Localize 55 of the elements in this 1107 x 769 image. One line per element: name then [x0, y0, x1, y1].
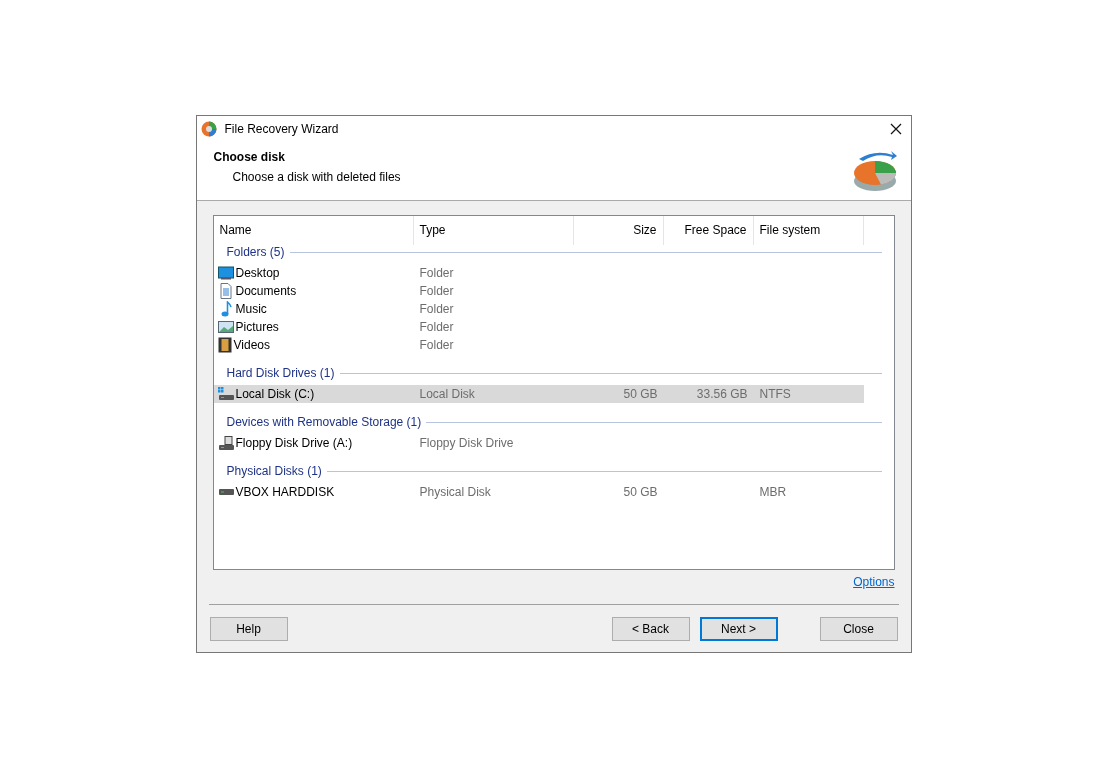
disk-list-row[interactable]: Local Disk (C:) Local Disk 50 GB 33.56 GB NTFS — [213, 385, 864, 403]
table-cell: Local Disk — [419, 387, 475, 401]
disk-name: VBOX HARDDISK — [235, 485, 335, 499]
disk-list-row[interactable]: Floppy Disk Drive (A:) Floppy Disk Drive — [213, 434, 864, 452]
disk-name: Music — [235, 302, 267, 316]
window-title: File Recovery Wizard — [224, 121, 340, 136]
table-cell: Folder — [419, 302, 454, 316]
column-header[interactable]: Name — [213, 216, 414, 245]
disk-name: Local Disk (C:) — [235, 387, 315, 401]
film-strip-icon — [217, 337, 232, 353]
table-cell: Folder — [419, 320, 454, 334]
disk-name: Floppy Disk Drive (A:) — [235, 436, 353, 450]
group-heading: Hard Disk Drives (1) — [226, 366, 335, 380]
table-cell: 50 GB — [623, 387, 658, 401]
floppy-drive-icon — [217, 435, 234, 451]
group-heading: Folders (5) — [226, 245, 285, 259]
table-cell: Folder — [419, 266, 454, 280]
table-cell: 50 GB — [623, 485, 658, 499]
monitor-icon — [217, 266, 234, 280]
group-heading: Devices with Removable Storage (1) — [226, 415, 422, 429]
disk-name: Videos — [233, 338, 270, 352]
step-title: Choose disk — [213, 149, 286, 164]
table-cell: Floppy Disk Drive — [419, 436, 514, 450]
column-header[interactable]: Free Space — [663, 216, 754, 245]
table-cell: Physical Disk — [419, 485, 491, 499]
disk-list-row[interactable]: Desktop Folder — [213, 264, 864, 282]
picture-icon — [217, 320, 234, 334]
document-icon — [217, 283, 234, 299]
disk-name: Pictures — [235, 320, 279, 334]
group-heading: Physical Disks (1) — [226, 464, 322, 478]
disk-list-row[interactable]: Pictures Folder — [213, 318, 864, 336]
column-header[interactable]: Size — [573, 216, 664, 245]
disk-list-row[interactable]: Videos Folder — [213, 336, 864, 354]
column-header[interactable]: Type — [413, 216, 574, 245]
wizard-button[interactable]: Close — [819, 617, 898, 641]
column-header[interactable]: File system — [753, 216, 864, 245]
table-cell: Folder — [419, 338, 454, 352]
disk-name: Desktop — [235, 266, 280, 280]
wizard-button[interactable]: Next > — [699, 617, 778, 641]
step-subtitle: Choose a disk with deleted files — [231, 169, 402, 184]
table-cell: NTFS — [759, 387, 791, 401]
app-logo-icon — [200, 120, 217, 137]
hard-drive-icon — [217, 488, 234, 496]
system-drive-icon — [217, 387, 234, 401]
disk-list-row[interactable]: Documents Folder — [213, 282, 864, 300]
table-cell: 33.56 GB — [696, 387, 748, 401]
close-icon[interactable] — [889, 122, 902, 135]
wizard-button[interactable]: < Back — [611, 617, 690, 641]
disk-name: Documents — [235, 284, 297, 298]
disk-list-row[interactable]: Music Folder — [213, 300, 864, 318]
disk-list-row[interactable]: VBOX HARDDISK Physical Disk 50 GB MBR — [213, 483, 864, 501]
wizard-button[interactable]: Help — [209, 617, 288, 641]
options-link[interactable]: Options — [853, 575, 895, 595]
table-cell: Folder — [419, 284, 454, 298]
table-cell: MBR — [759, 485, 787, 499]
